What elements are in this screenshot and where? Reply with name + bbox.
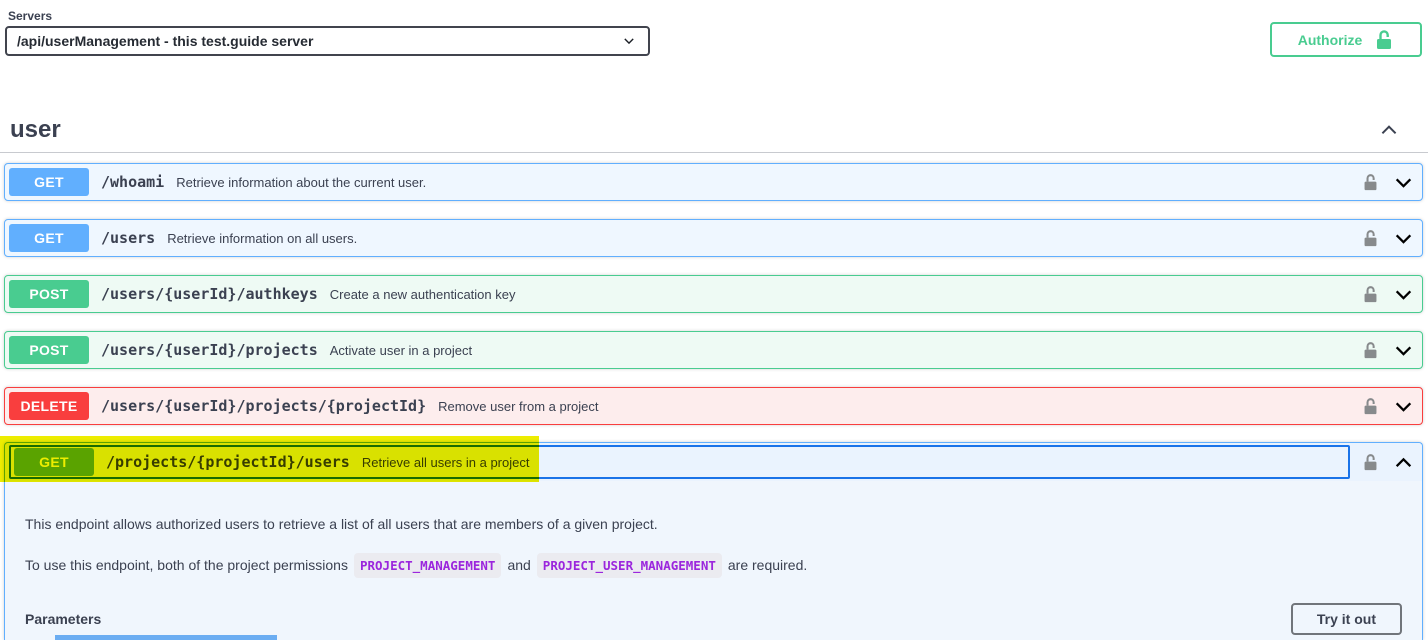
swagger-ui-page: Servers /api/userManagement - this test.… (0, 0, 1428, 640)
cut-off-blue-element (55, 635, 277, 640)
server-select-value: /api/userManagement - this test.guide se… (17, 33, 313, 49)
chevron-down-icon[interactable] (1393, 172, 1414, 193)
section-title: user (10, 116, 61, 144)
unlock-icon[interactable] (1362, 341, 1379, 360)
op-row-delete-project-user[interactable]: DELETE /users/{userId}/projects/{project… (4, 387, 1423, 425)
unlock-icon[interactable] (1362, 229, 1379, 248)
unlock-icon[interactable] (1362, 453, 1379, 472)
method-badge: POST (9, 280, 89, 308)
description-line-1: This endpoint allows authorized users to… (25, 511, 1402, 537)
parameters-title: Parameters (25, 611, 101, 627)
op-path: /projects/{projectId}/users (106, 453, 350, 471)
op-path: /users/{userId}/authkeys (101, 285, 318, 303)
op-description: Remove user from a project (438, 399, 598, 414)
try-it-out-button[interactable]: Try it out (1291, 603, 1402, 635)
op-block-description: This endpoint allows authorized users to… (25, 511, 1402, 579)
chevron-up-icon[interactable] (1378, 119, 1400, 141)
op-summary-control[interactable]: GET /projects/{projectId}/users Retrieve… (9, 445, 1350, 479)
authorize-label: Authorize (1298, 32, 1363, 48)
parameters-header: Parameters Try it out (25, 603, 1402, 635)
op-description: Create a new authentication key (330, 287, 516, 302)
server-select[interactable]: /api/userManagement - this test.guide se… (5, 26, 650, 56)
op-description: Retrieve all users in a project (362, 455, 530, 470)
chevron-down-icon[interactable] (1393, 340, 1414, 361)
unlock-icon (1374, 29, 1394, 51)
servers-label: Servers (8, 9, 52, 23)
permission-code-token: PROJECT_MANAGEMENT (354, 553, 501, 578)
operations-list: GET /whoami Retrieve information about t… (4, 163, 1423, 443)
op-path: /users/{userId}/projects (101, 341, 318, 359)
op-path: /users/{userId}/projects/{projectId} (101, 397, 426, 415)
description-line-2: To use this endpoint, both of the projec… (25, 552, 1402, 579)
op-row-post-authkeys[interactable]: POST /users/{userId}/authkeys Create a n… (4, 275, 1423, 313)
tag-section-header-user[interactable]: user (0, 107, 1428, 153)
op-path: /users (101, 229, 155, 247)
unlock-icon[interactable] (1362, 397, 1379, 416)
chevron-up-icon[interactable] (1393, 452, 1414, 473)
method-badge: POST (9, 336, 89, 364)
op-block-body: This endpoint allows authorized users to… (5, 481, 1422, 635)
op-path: /whoami (101, 173, 164, 191)
op-row-get-whoami[interactable]: GET /whoami Retrieve information about t… (4, 163, 1423, 201)
method-badge: GET (9, 224, 89, 252)
chevron-down-icon[interactable] (1393, 228, 1414, 249)
op-description: Retrieve information about the current u… (176, 175, 426, 190)
method-badge: DELETE (9, 392, 89, 420)
method-badge: GET (14, 448, 94, 476)
op-row-get-users[interactable]: GET /users Retrieve information on all u… (4, 219, 1423, 257)
unlock-icon[interactable] (1362, 285, 1379, 304)
chevron-down-icon[interactable] (1393, 396, 1414, 417)
permission-code-token: PROJECT_USER_MANAGEMENT (537, 553, 722, 578)
op-row-post-projects[interactable]: POST /users/{userId}/projects Activate u… (4, 331, 1423, 369)
method-badge: GET (9, 168, 89, 196)
op-summary-row: GET /projects/{projectId}/users Retrieve… (5, 443, 1422, 481)
unlock-icon[interactable] (1362, 173, 1379, 192)
op-description: Activate user in a project (330, 343, 472, 358)
op-block-get-project-users-expanded: GET /projects/{projectId}/users Retrieve… (4, 442, 1423, 640)
op-description: Retrieve information on all users. (167, 231, 357, 246)
authorize-button[interactable]: Authorize (1270, 22, 1422, 57)
chevron-down-icon[interactable] (1393, 284, 1414, 305)
chevron-down-icon (622, 34, 636, 48)
